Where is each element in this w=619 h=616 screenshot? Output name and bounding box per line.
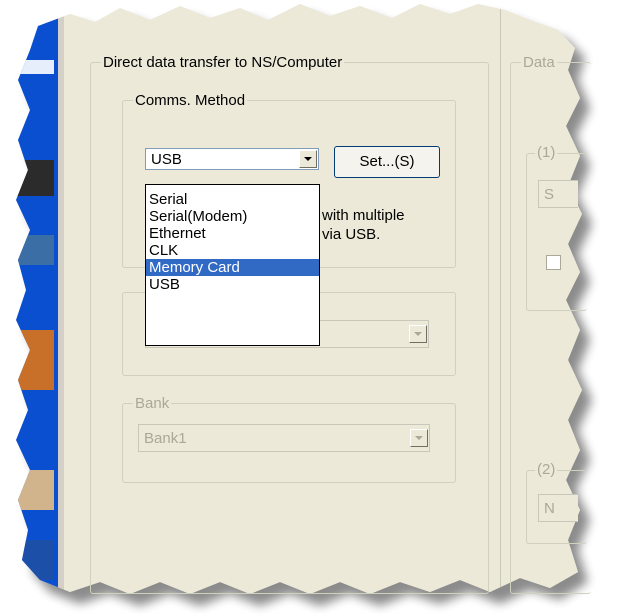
right-sub-group-1 — [526, 153, 587, 311]
bank-select: Bank1 — [138, 424, 430, 452]
right-sub-group-1-label: (1) — [535, 144, 558, 162]
dropdown-option-ethernet[interactable]: Ethernet — [146, 225, 319, 242]
comms-note-line2: via USB. — [322, 226, 381, 243]
comms-method-dropdown: Serial Serial(Modem) Ethernet CLK Memory… — [145, 184, 320, 346]
dropdown-option-serial-modem[interactable]: Serial(Modem) — [146, 208, 319, 225]
right-sub-1-checkbox — [546, 255, 561, 270]
right-sub-group-2-label: (2) — [535, 461, 558, 479]
chevron-down-icon[interactable] — [299, 150, 317, 168]
comms-method-select[interactable]: USB — [145, 148, 319, 170]
comms-method-group-label: Comms. Method — [133, 92, 248, 110]
dropdown-option-memory-card[interactable]: Memory Card — [146, 259, 319, 276]
comms-method-value: USB — [151, 151, 182, 168]
comms-note-line1: with multiple — [322, 207, 405, 224]
set-button[interactable]: Set...(S) — [334, 146, 440, 178]
app-sidebar-strip — [16, 4, 58, 594]
bank-group-label: Bank — [133, 395, 172, 413]
dropdown-option-serial[interactable]: Serial — [146, 191, 319, 208]
dropdown-option-clk[interactable]: CLK — [146, 242, 319, 259]
right-sub-1-field: S — [538, 180, 578, 208]
bank-value: Bank1 — [144, 430, 187, 447]
right-data-group-label: Data — [521, 54, 557, 72]
right-sub-2-field: N — [538, 494, 578, 522]
direct-transfer-group-label: Direct data transfer to NS/Computer — [101, 54, 345, 72]
dropdown-option-usb[interactable]: USB — [146, 276, 319, 293]
